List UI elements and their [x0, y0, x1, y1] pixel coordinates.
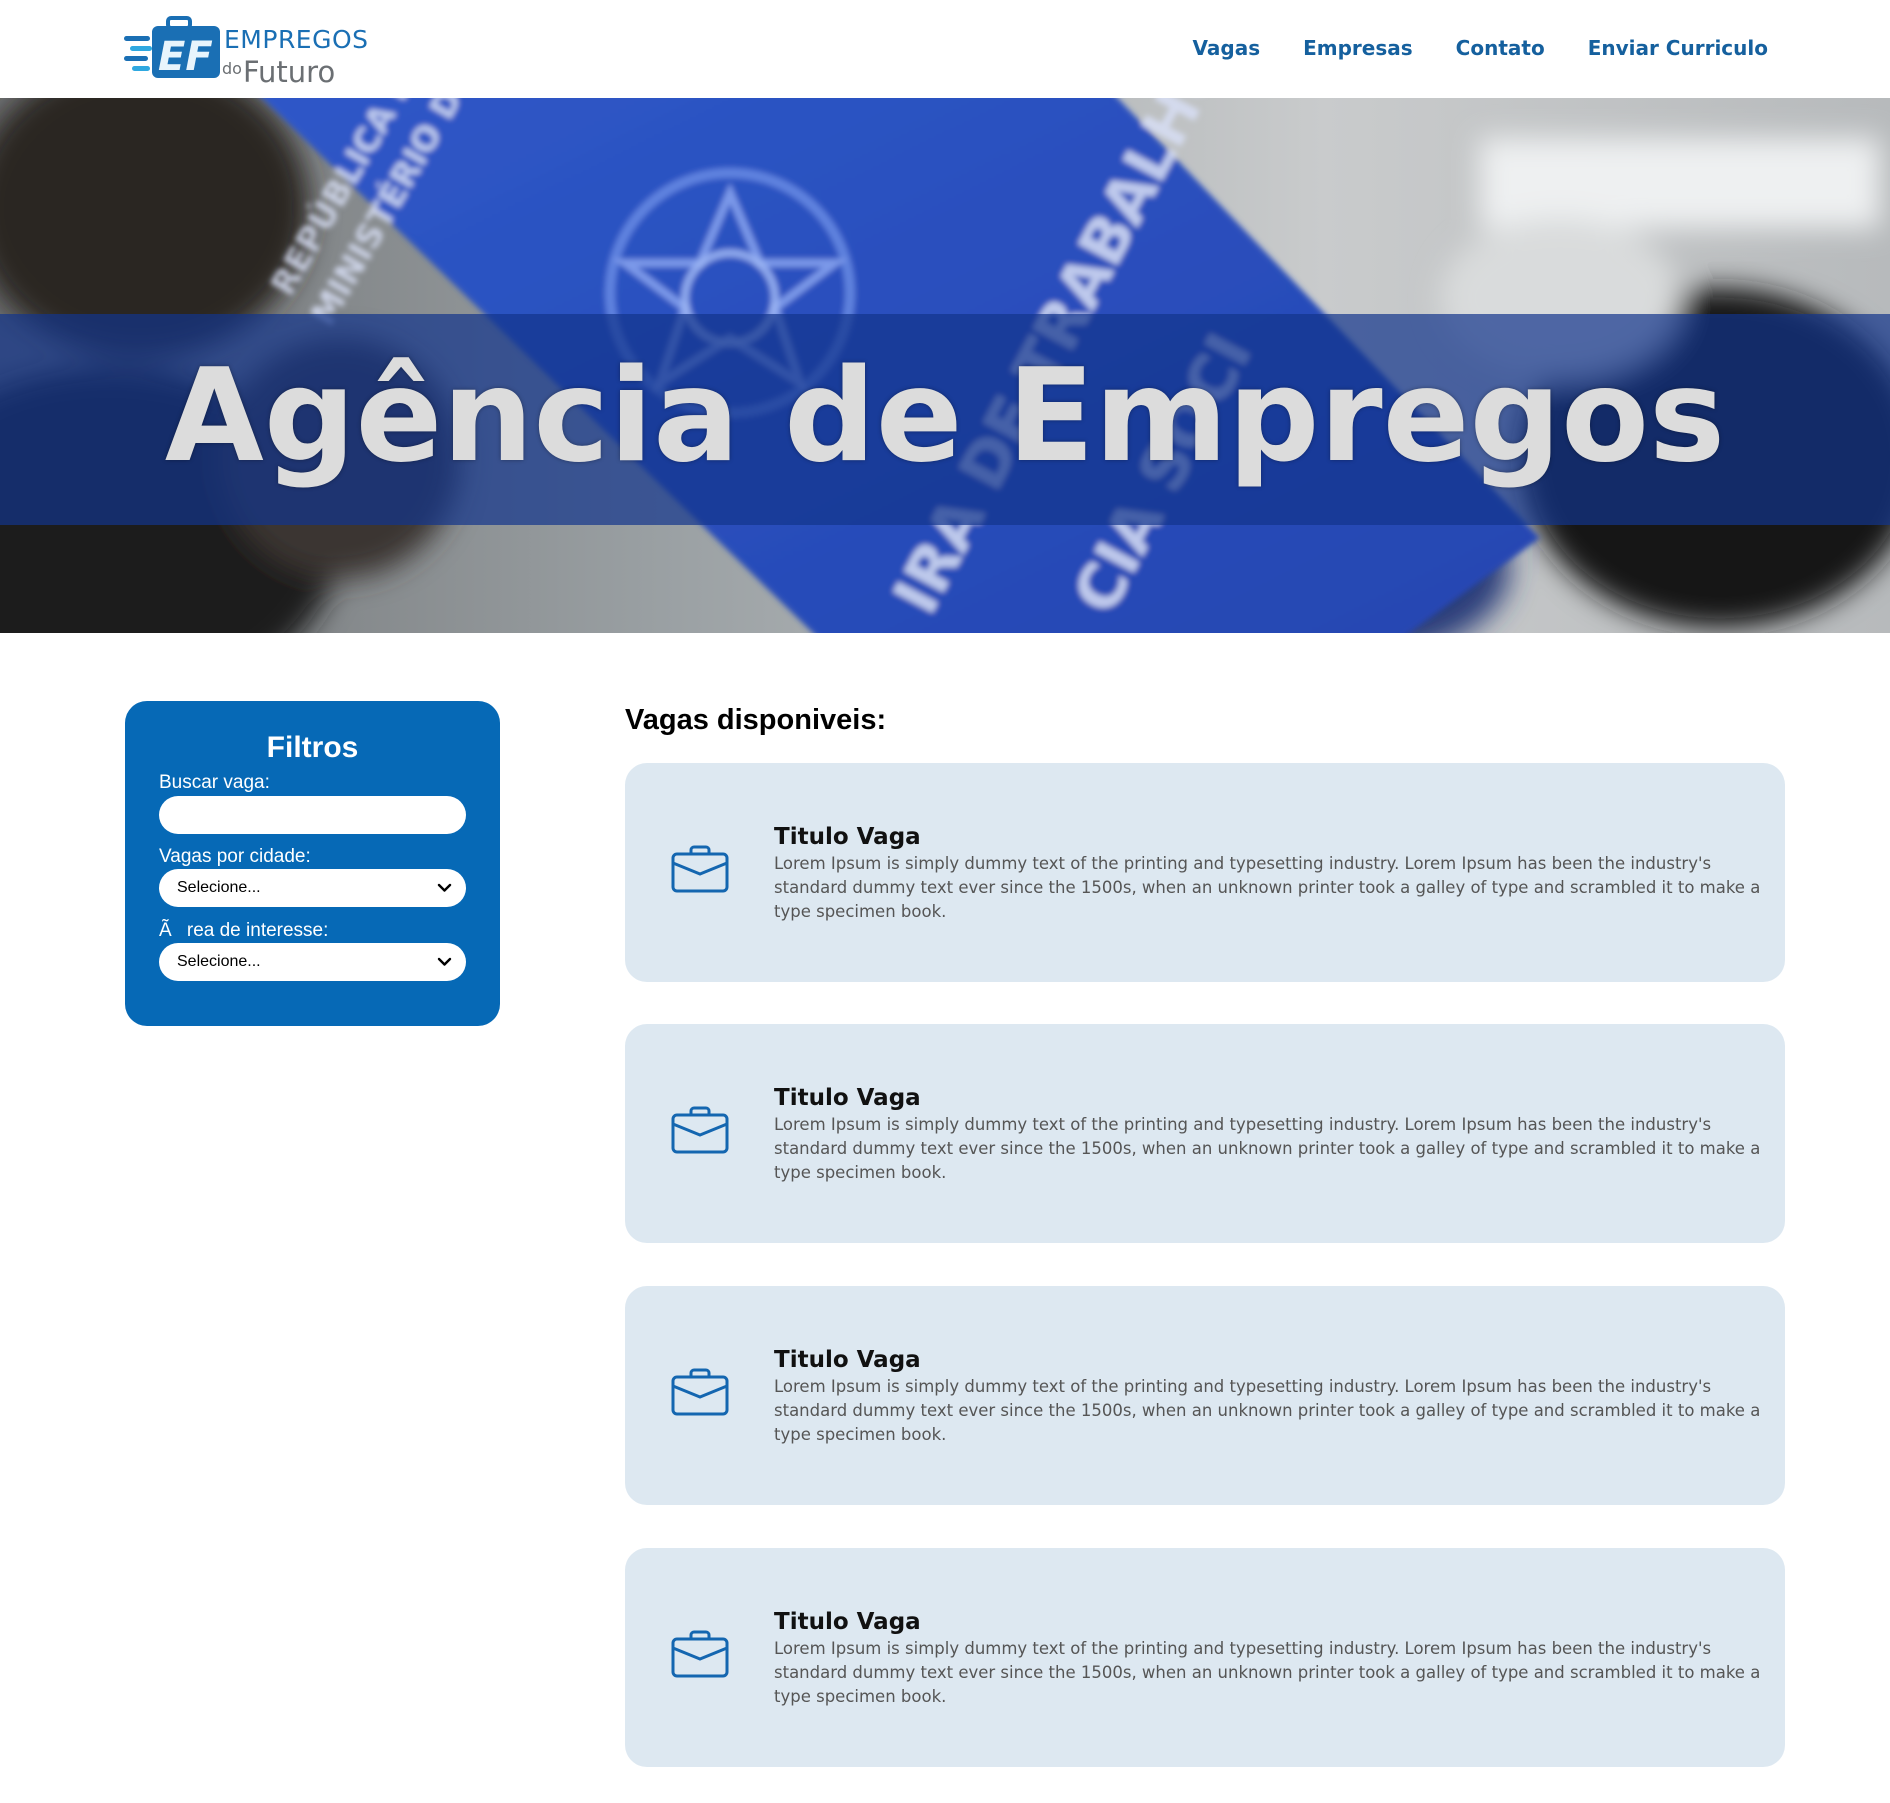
- briefcase-icon: [671, 1630, 729, 1678]
- briefcase-icon: [671, 845, 729, 893]
- nav-link-contato[interactable]: Contato: [1456, 34, 1545, 62]
- nav-link-vagas[interactable]: Vagas: [1193, 34, 1261, 62]
- site-header: EF EMPREGOS doFuturo Vagas Empresas Cont…: [0, 0, 1890, 98]
- filters-title: Filtros: [266, 731, 359, 764]
- logo-word-futuro-text: Futuro: [242, 55, 336, 89]
- job-description: Lorem Ipsum is simply dummy text of the …: [774, 1115, 1761, 1182]
- logo-mark: EF: [158, 34, 213, 80]
- city-select[interactable]: Selecione...: [159, 869, 466, 907]
- job-card[interactable]: Titulo Vaga Lorem Ipsum is simply dummy …: [625, 1548, 1785, 1767]
- job-title[interactable]: Titulo Vaga: [774, 1607, 921, 1637]
- briefcase-icon: [671, 1106, 729, 1154]
- city-select-value: Selecione...: [177, 879, 261, 896]
- job-title[interactable]: Titulo Vaga: [774, 1083, 921, 1113]
- logo-word-empregos: EMPREGOS: [224, 25, 369, 54]
- job-card[interactable]: Titulo Vaga Lorem Ipsum is simply dummy …: [625, 1024, 1785, 1243]
- site-logo[interactable]: EF EMPREGOS doFuturo: [124, 14, 374, 87]
- logo-word-futuro: doFuturo: [222, 54, 335, 87]
- logo-word-do: do: [222, 59, 242, 78]
- job-description: Lorem Ipsum is simply dummy text of the …: [774, 1377, 1761, 1444]
- search-input[interactable]: [159, 796, 466, 834]
- area-select-value: Selecione...: [177, 953, 261, 970]
- area-filter-label: Ãrea de interesse:: [159, 920, 329, 941]
- jobs-heading: Vagas disponiveis:: [625, 704, 887, 736]
- chevron-down-icon: [437, 957, 452, 966]
- job-title[interactable]: Titulo Vaga: [774, 822, 921, 852]
- job-title[interactable]: Titulo Vaga: [774, 1345, 921, 1375]
- search-label: Buscar vaga:: [159, 772, 270, 793]
- job-card[interactable]: Titulo Vaga Lorem Ipsum is simply dummy …: [625, 1286, 1785, 1505]
- briefcase-icon: [671, 1368, 729, 1416]
- filters-panel: Filtros Buscar vaga: Vagas por cidade: S…: [125, 701, 500, 1026]
- job-description: Lorem Ipsum is simply dummy text of the …: [774, 854, 1761, 921]
- nav-link-enviar-curriculo[interactable]: Enviar Curriculo: [1588, 34, 1768, 62]
- hero-title: Agência de Empregos: [164, 342, 1726, 491]
- nav-link-empresas[interactable]: Empresas: [1303, 34, 1413, 62]
- hero-banner: REPÚBLICA F MINISTÉRIO DO T IRA DE TRABA…: [0, 98, 1890, 633]
- area-select[interactable]: Selecione...: [159, 943, 466, 981]
- job-description: Lorem Ipsum is simply dummy text of the …: [774, 1639, 1761, 1706]
- job-card[interactable]: Titulo Vaga Lorem Ipsum is simply dummy …: [625, 763, 1785, 982]
- chevron-down-icon: [437, 883, 452, 892]
- logo-speed-lines-icon: EF: [124, 16, 220, 80]
- city-filter-label: Vagas por cidade:: [159, 846, 311, 867]
- main-nav: Vagas Empresas Contato Enviar Curriculo: [1193, 34, 1769, 62]
